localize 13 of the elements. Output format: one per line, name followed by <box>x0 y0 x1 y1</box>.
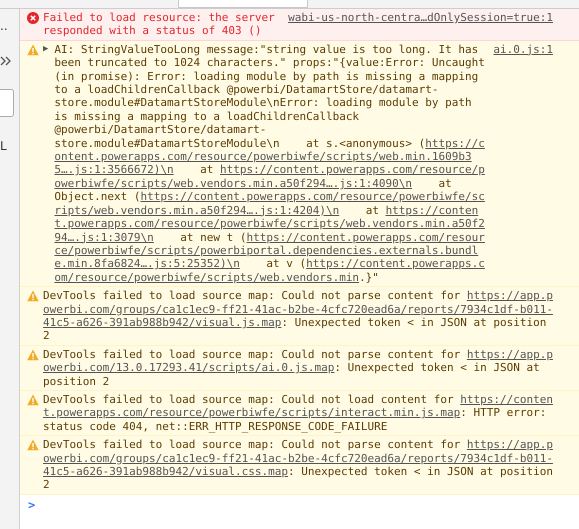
message-text: AI: StringValueTooLong message:"string value is too long. It has been truncated to 1024 characters." props:"{value:Error: Uncaught (in promise): Error: loading module by path is missing a mapping to a loadChildrenCallback @powerbi/DatamartStore/datamart-store.module#DatamartStoreModule\nError: loading module by path is missing a mapping to a loadChildrenCallback @powerbi/DatamartStore/datamart-store.module#DatamartStoreModule\n at s.<anonymous> (https://content.powerapps.com/resource/powerbiwfe/scripts/web.min.1609b35….js:1:3566672)\n at https://content.powerapps.com/resource/powerbiwfe/scripts/web.vendors.min.a50f294….js:1:4090\n at Object.next (https://content.powerapps.com/resource/powerbiwfe/scripts/web.vendors.min.a50f294….js:1:4204)\n at https://content.powerapps.com/resource/powerbiwfe/scripts/web.vendors.min.a50f294….js:1:3079\n at new t (https://content.powerapps.com/resource/powerbiwfe/scripts/powerbiportal.dependencies.externals.bundle.min.8fa6824….js:5:25352)\n at v (https://content.powerapps.com/resource/powerbiwfe/scripts/web.vendors.min.}" <box>54 42 486 284</box>
sidebar-label: L <box>0 139 7 153</box>
source-link[interactable]: ai.0.js:1 <box>493 42 553 56</box>
expand-toggle[interactable]: ▶ <box>43 42 48 284</box>
message-text: DevTools failed to load source map: Could not load content for https://content.powerapps.com/resource/powerbiwfe/scripts/interact.min.js.map: HTTP error: status code 404, net::ERR_HTTP_RESPONSE_CODE_FAILURE <box>43 392 553 434</box>
message-text: DevTools failed to load source map: Could not parse content for https://app.powerbi.com/13.0.17293.41/scripts/ai.0.js.map: Unexpected token < in JSON at position 2 <box>43 348 553 388</box>
message-text: DevTools failed to load source map: Could not parse content for https://app.powerbi.com/groups/ca1c1ec9-ff21-41ac-b2be-4cfc720ead6a/reports/7934c1df-b011-41c5-a626-391ab988b942/visual.js.map: Unexpected token < in JSON at position 2 <box>43 289 553 343</box>
message-text: DevTools failed to load source map: Could not parse content for https://app.powerbi.com/groups/ca1c1ec9-ff21-41ac-b2be-4cfc720ead6a/reports/7934c1df-b011-41c5-a626-391ab988b942/visual.css.map: Unexpected token < in JSON at position 2 <box>43 438 553 492</box>
console-prompt[interactable]: > <box>28 498 36 512</box>
source-link[interactable]: wabi-us-north-centra…dOnlySession=true:1 <box>288 11 553 24</box>
chevrons-icon[interactable] <box>0 55 12 67</box>
message-text: Failed to load resource: the server responded with a status of 403 () <box>43 11 276 38</box>
sidebar-label: .. <box>0 19 8 33</box>
